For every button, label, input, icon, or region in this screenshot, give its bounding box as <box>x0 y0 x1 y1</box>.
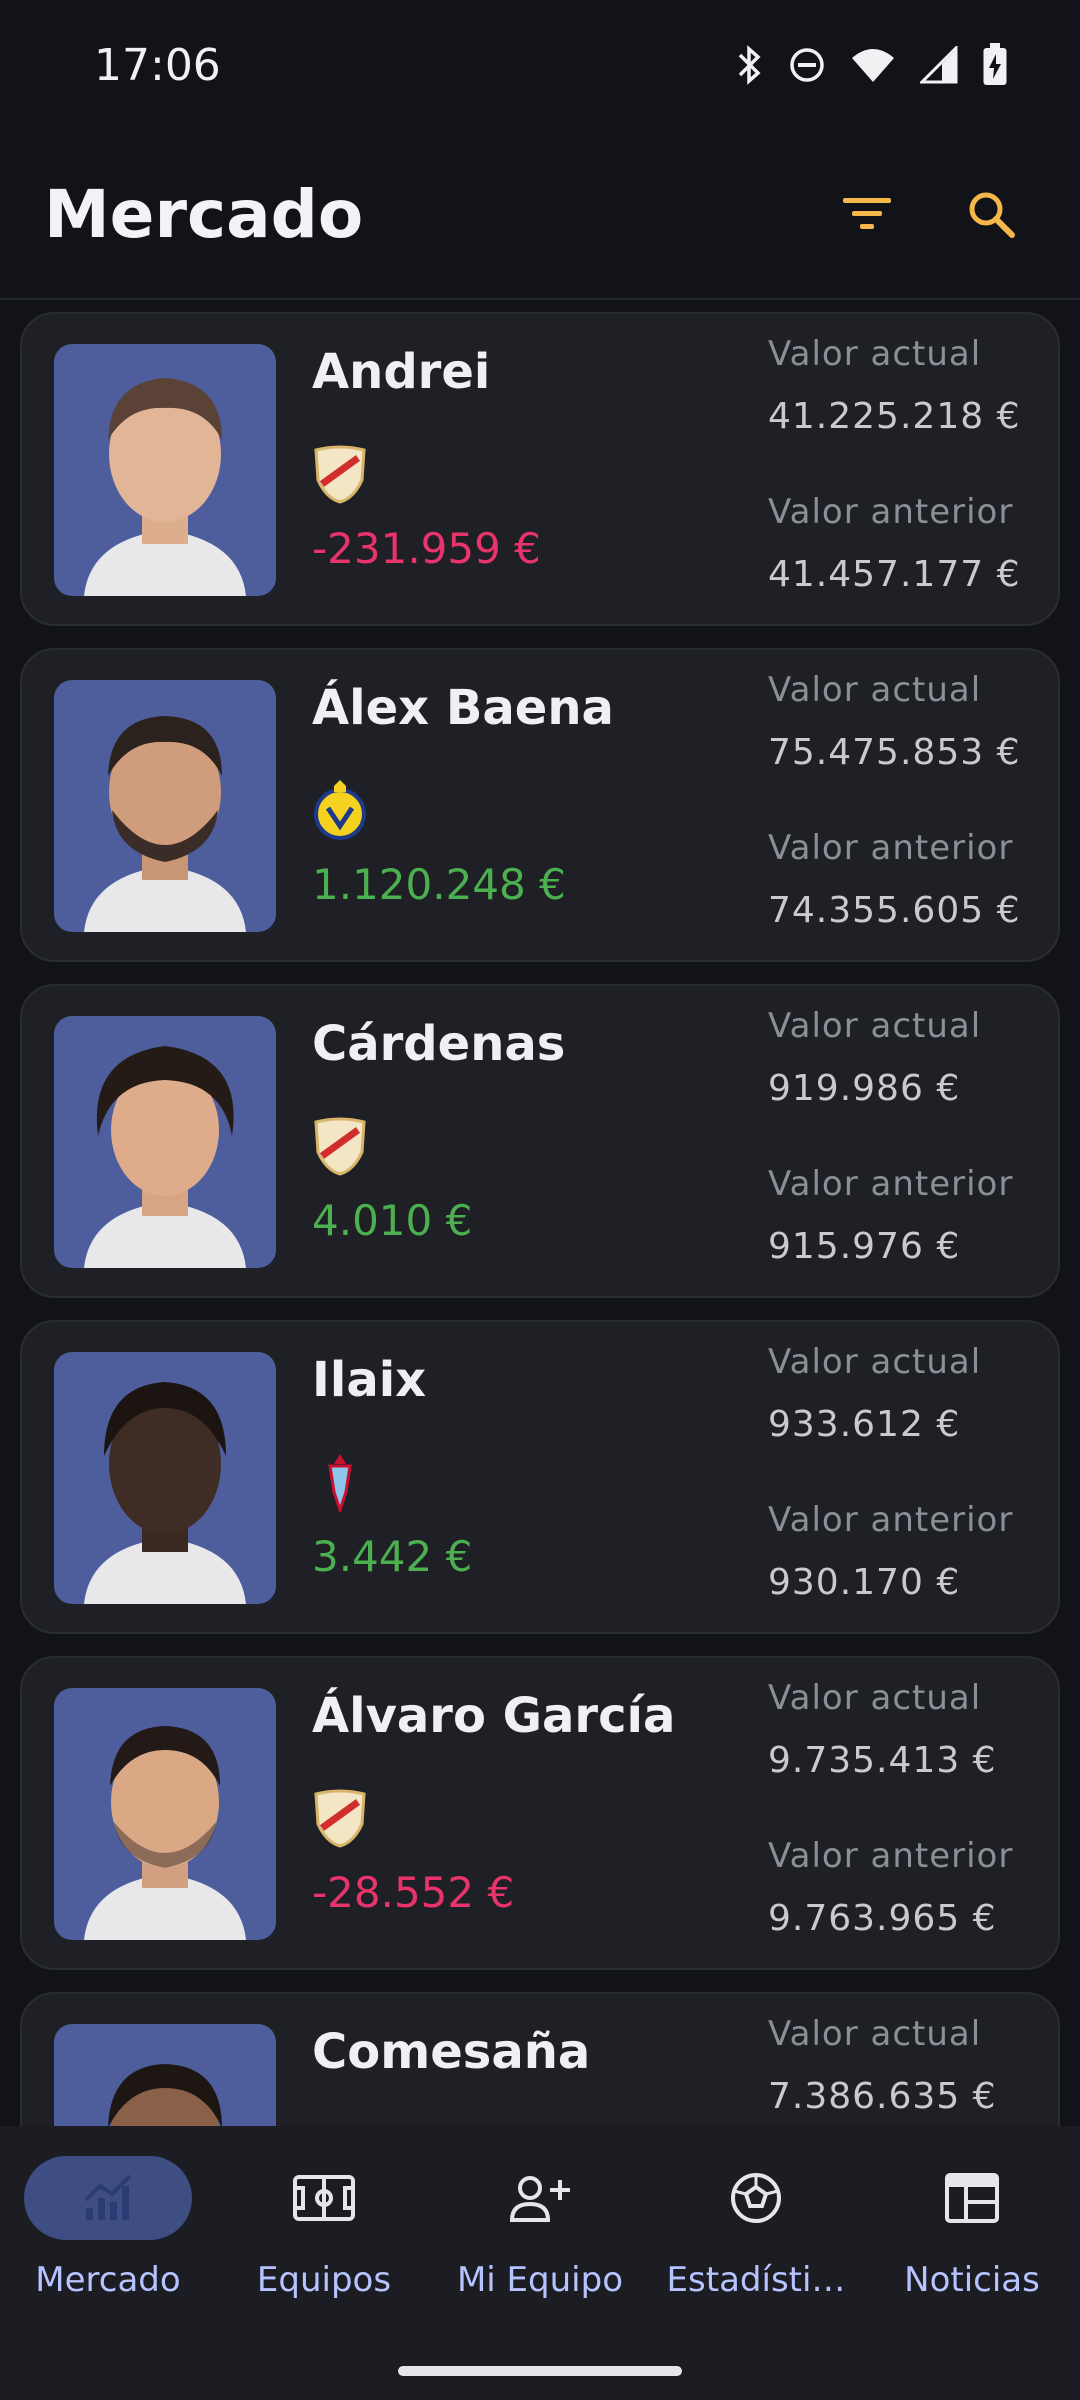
value-change: -28.552 € <box>312 1868 515 1917</box>
player-photo <box>54 1016 276 1268</box>
player-photo <box>54 1352 276 1604</box>
current-value-label: Valor actual <box>768 1006 982 1046</box>
newspaper-icon <box>945 2173 999 2223</box>
current-value: 75.475.853 € <box>768 732 1021 773</box>
player-name: Comesaña <box>312 2024 591 2080</box>
search-icon <box>969 192 1015 238</box>
club-crest-icon <box>312 444 368 504</box>
current-value-label: Valor actual <box>768 1342 982 1382</box>
player-name: Álvaro García <box>312 1688 676 1744</box>
player-name: Cárdenas <box>312 1016 566 1072</box>
do-not-disturb-icon <box>790 48 824 82</box>
value-change: 4.010 € <box>312 1196 473 1245</box>
value-change: -231.959 € <box>312 524 541 573</box>
chart-icon <box>84 2174 132 2220</box>
player-photo <box>54 2024 276 2126</box>
player-name: Ilaix <box>312 1352 427 1408</box>
nav-item-estadisticas[interactable]: Estadísti… <box>648 2156 864 2326</box>
current-value: 9.735.413 € <box>768 1740 997 1781</box>
previous-value: 930.170 € <box>768 1562 961 1603</box>
value-change: 3.442 € <box>312 1532 473 1581</box>
player-card[interactable]: Álvaro García -28.552 € Valor actual 9.7… <box>20 1656 1060 1970</box>
player-photo <box>54 1688 276 1940</box>
nav-item-equipos[interactable]: Equipos <box>216 2156 432 2326</box>
previous-value: 9.763.965 € <box>768 1898 997 1939</box>
previous-value-label: Valor anterior <box>768 828 1014 868</box>
player-name: Andrei <box>312 344 491 400</box>
current-value: 41.225.218 € <box>768 396 1021 437</box>
nav-label: Equipos <box>256 2260 392 2300</box>
status-time: 17:06 <box>94 39 221 91</box>
player-photo <box>54 680 276 932</box>
nav-label: Noticias <box>904 2260 1040 2300</box>
player-photo <box>54 344 276 596</box>
club-crest-icon <box>312 1116 368 1176</box>
bottom-navigation: Mercado Equipos Mi Equipo Estadísti… Not… <box>0 2126 1080 2400</box>
current-value-label: Valor actual <box>768 2014 982 2054</box>
previous-value-label: Valor anterior <box>768 1164 1014 1204</box>
current-value: 919.986 € <box>768 1068 961 1109</box>
previous-value: 74.355.605 € <box>768 890 1021 931</box>
player-market-list[interactable]: Andrei -231.959 € Valor actual 41.225.21… <box>0 300 1080 2126</box>
previous-value: 915.976 € <box>768 1226 961 1267</box>
add-person-icon <box>509 2176 570 2222</box>
current-value-label: Valor actual <box>768 670 982 710</box>
previous-value: 41.457.177 € <box>768 554 1021 595</box>
previous-value-label: Valor anterior <box>768 492 1014 532</box>
previous-value-label: Valor anterior <box>768 1500 1014 1540</box>
current-value: 933.612 € <box>768 1404 961 1445</box>
filter-button[interactable] <box>822 169 912 259</box>
nav-active-indicator <box>24 2156 192 2240</box>
nav-item-mi-equipo[interactable]: Mi Equipo <box>432 2156 648 2326</box>
club-crest-icon <box>312 1452 368 1515</box>
nav-label: Mi Equipo <box>456 2260 624 2300</box>
current-value-label: Valor actual <box>768 1678 982 1718</box>
cell-signal-icon <box>920 46 958 84</box>
nav-label: Mercado <box>35 2260 181 2300</box>
player-card[interactable]: Comesaña Valor actual 7.386.635 € <box>20 1992 1060 2126</box>
player-card[interactable]: Andrei -231.959 € Valor actual 41.225.21… <box>20 312 1060 626</box>
club-crest-icon <box>312 780 368 840</box>
status-icons <box>734 43 1008 87</box>
player-card[interactable]: Cárdenas 4.010 € Valor actual 919.986 € … <box>20 984 1060 1298</box>
bluetooth-icon <box>738 45 761 85</box>
field-icon <box>293 2175 355 2221</box>
nav-item-mercado[interactable]: Mercado <box>0 2156 216 2326</box>
home-indicator[interactable] <box>398 2366 682 2376</box>
player-name: Álex Baena <box>312 680 614 736</box>
nav-item-noticias[interactable]: Noticias <box>864 2156 1080 2326</box>
wifi-icon <box>852 49 894 82</box>
player-card[interactable]: Ilaix 3.442 € Valor actual 933.612 € Val… <box>20 1320 1060 1634</box>
current-value: 7.386.635 € <box>768 2076 997 2117</box>
filter-icon <box>843 198 891 229</box>
battery-icon <box>983 43 1007 85</box>
top-app-bar: Mercado <box>0 130 1080 300</box>
search-button[interactable] <box>946 169 1036 259</box>
player-card[interactable]: Álex Baena 1.120.248 € Valor actual 75.4… <box>20 648 1060 962</box>
soccer-ball-icon <box>731 2173 781 2223</box>
status-bar: 17:06 <box>0 0 1080 130</box>
page-title: Mercado <box>44 175 364 253</box>
value-change: 1.120.248 € <box>312 860 566 909</box>
nav-label: Estadísti… <box>666 2260 846 2300</box>
current-value-label: Valor actual <box>768 334 982 374</box>
previous-value-label: Valor anterior <box>768 1836 1014 1876</box>
club-crest-icon <box>312 1788 368 1848</box>
